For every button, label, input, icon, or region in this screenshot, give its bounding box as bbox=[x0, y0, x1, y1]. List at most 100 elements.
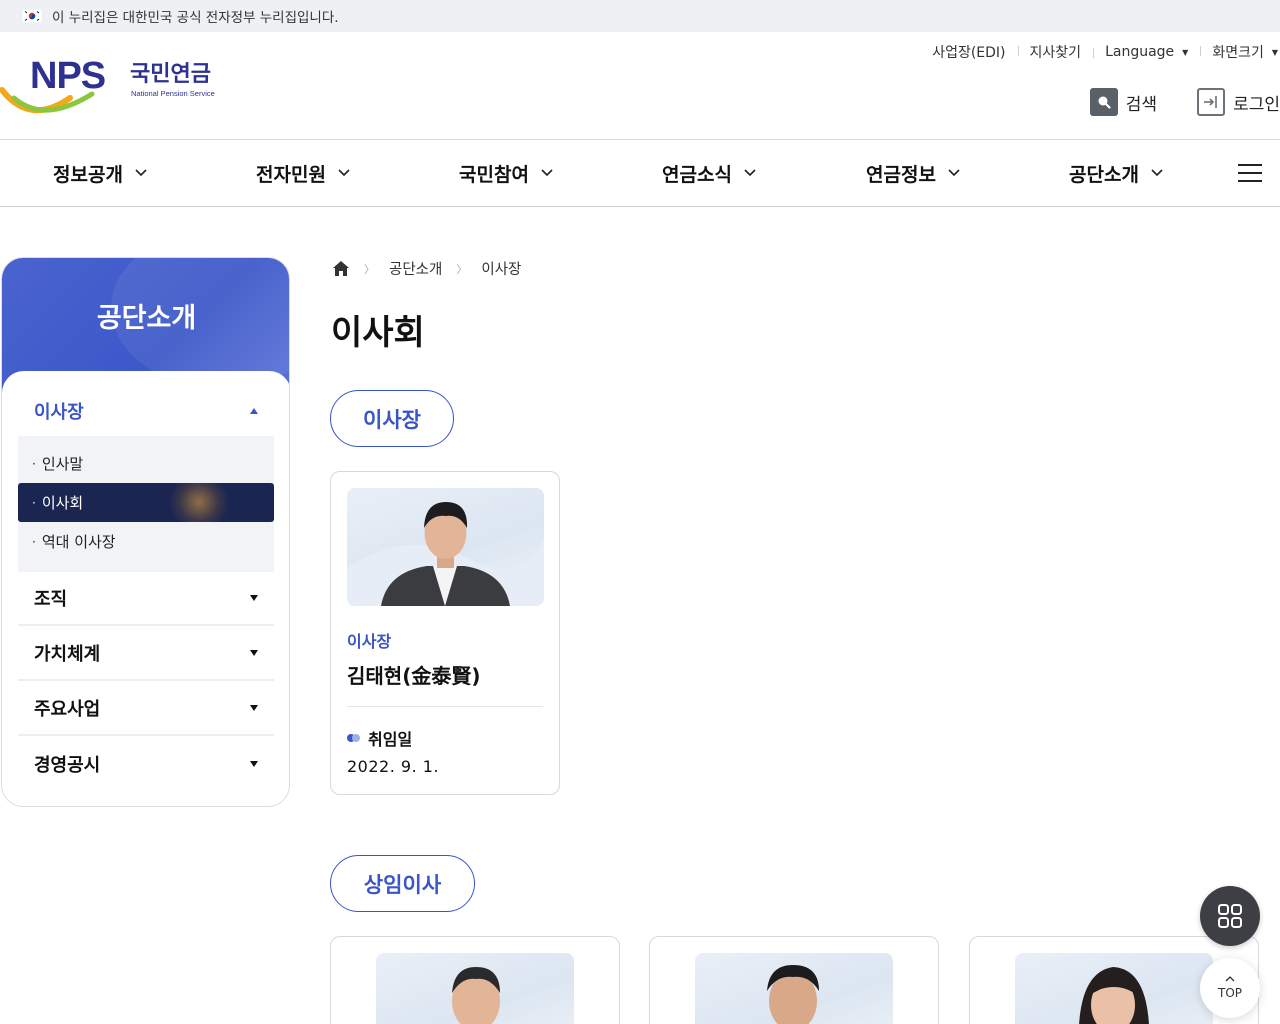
member-name: 김태현(金泰賢) bbox=[347, 664, 481, 688]
chevron-up-icon bbox=[1225, 976, 1235, 982]
member-photo bbox=[376, 953, 574, 1024]
page-title: 이사회 bbox=[331, 313, 425, 353]
edi-link-label: 사업장(EDI) bbox=[932, 45, 1006, 61]
side-nav-title: 공단소개 bbox=[96, 303, 197, 334]
home-icon[interactable] bbox=[332, 260, 350, 277]
language-dropdown[interactable]: Language ▼ bbox=[1093, 44, 1200, 60]
gnb-label: 연금소식 bbox=[662, 163, 732, 186]
nps-logo[interactable]: NPS 국민연금 National Pension Service bbox=[0, 54, 230, 116]
logo-english-name: National Pension Service bbox=[131, 89, 215, 98]
gnb-label: 정보공개 bbox=[53, 163, 123, 186]
side-nav-section-disclosure[interactable]: 경영공시 bbox=[18, 737, 274, 791]
korea-flag-icon bbox=[22, 9, 42, 23]
bullet-icon: · bbox=[32, 495, 36, 510]
submenu-label: 이사회 bbox=[41, 494, 84, 512]
gnb-label: 전자민원 bbox=[256, 163, 326, 186]
bullet-dots-icon bbox=[347, 734, 360, 742]
appointment-label-text: 취임일 bbox=[368, 730, 413, 749]
grid-icon bbox=[1218, 904, 1242, 928]
side-nav-section-label: 가치체계 bbox=[34, 644, 101, 665]
member-photo bbox=[1015, 953, 1213, 1024]
login-icon bbox=[1197, 88, 1226, 116]
main-navigation: 정보공개 전자민원 국민참여 연금소식 연금정보 공단소개 bbox=[0, 140, 1280, 207]
appointment-label: 취임일 bbox=[347, 726, 412, 750]
triangle-down-icon bbox=[250, 595, 258, 601]
login-label: 로그인 bbox=[1233, 94, 1280, 115]
triangle-down-icon bbox=[250, 650, 258, 656]
language-label: Language bbox=[1105, 44, 1175, 60]
side-nav-section-chairman[interactable]: 이사장 bbox=[18, 389, 274, 433]
triangle-down-icon bbox=[250, 705, 258, 711]
side-nav-section-values[interactable]: 가치체계 bbox=[18, 627, 274, 681]
breadcrumb: 〉 공단소개 〉 이사장 bbox=[332, 258, 521, 279]
member-role: 이사장 bbox=[347, 632, 392, 651]
search-icon bbox=[1089, 88, 1118, 116]
scroll-top-button[interactable]: TOP bbox=[1200, 958, 1260, 1018]
chevron-down-icon bbox=[541, 169, 553, 177]
quick-menu-button[interactable] bbox=[1200, 886, 1260, 946]
scroll-top-label: TOP bbox=[1217, 986, 1242, 1000]
triangle-down-icon bbox=[250, 761, 258, 767]
bullet-icon: · bbox=[32, 456, 36, 471]
gnb-item-participation[interactable]: 국민참여 bbox=[459, 140, 553, 206]
side-nav-section-label: 주요사업 bbox=[34, 699, 101, 720]
header-actions: 검색 로그인 bbox=[1050, 88, 1280, 116]
gnb-item-about[interactable]: 공단소개 bbox=[1069, 140, 1163, 206]
group-heading-chairman: 이사장 bbox=[330, 390, 454, 447]
group-heading-standing-directors: 상임이사 bbox=[330, 855, 475, 912]
side-navigation: 공단소개 이사장 · 인사말 · 이사회 · 역대 이사장 조직 가치체계 주요사업 bbox=[1, 257, 290, 807]
chevron-right-icon: 〉 bbox=[456, 262, 468, 276]
gnb-label: 연금정보 bbox=[866, 163, 936, 186]
chevron-down-icon bbox=[338, 169, 350, 177]
screen-size-label: 화면크기 bbox=[1212, 45, 1264, 61]
side-nav-body: 이사장 · 인사말 · 이사회 · 역대 이사장 조직 가치체계 주요사업 경영공시 bbox=[2, 371, 289, 806]
gnb-item-e-civil[interactable]: 전자민원 bbox=[256, 140, 350, 206]
side-nav-section-label: 경영공시 bbox=[34, 755, 101, 776]
site-header: NPS 국민연금 National Pension Service 사업장(ED… bbox=[0, 32, 1280, 140]
utility-links: 사업장(EDI) 지사찾기 Language ▼ 화면크기 ▼ bbox=[920, 42, 1280, 62]
chevron-down-icon bbox=[135, 169, 147, 177]
submenu-label: 인사말 bbox=[41, 455, 84, 473]
member-photo bbox=[347, 488, 544, 606]
login-button[interactable]: 로그인 bbox=[1197, 88, 1280, 116]
breadcrumb-item[interactable]: 이사장 bbox=[481, 258, 521, 279]
gnb-label: 공단소개 bbox=[1069, 163, 1139, 186]
breadcrumb-item[interactable]: 공단소개 bbox=[389, 258, 442, 279]
side-nav-section-label: 이사장 bbox=[34, 402, 84, 423]
side-nav-submenu: · 인사말 · 이사회 · 역대 이사장 bbox=[18, 436, 274, 572]
caret-down-icon: ▼ bbox=[1182, 47, 1189, 57]
member-card bbox=[330, 936, 620, 1024]
caret-down-icon: ▼ bbox=[1271, 47, 1278, 57]
gov-banner: 이 누리집은 대한민국 공식 전자정부 누리집입니다. bbox=[0, 0, 1280, 32]
branch-finder-link[interactable]: 지사찾기 bbox=[1017, 42, 1094, 62]
chevron-right-icon: 〉 bbox=[364, 262, 375, 276]
gnb-label: 국민참여 bbox=[459, 163, 529, 186]
chevron-down-icon bbox=[744, 169, 756, 177]
submenu-item-greeting[interactable]: · 인사말 bbox=[18, 444, 274, 483]
search-button[interactable]: 검색 bbox=[1089, 88, 1158, 116]
triangle-up-icon bbox=[250, 408, 258, 414]
side-nav-section-business[interactable]: 주요사업 bbox=[18, 682, 274, 736]
bullet-icon: · bbox=[32, 534, 36, 549]
submenu-item-former-chairmen[interactable]: · 역대 이사장 bbox=[18, 522, 274, 561]
hamburger-menu-icon[interactable] bbox=[1238, 164, 1262, 182]
member-card bbox=[649, 936, 939, 1024]
chevron-down-icon bbox=[948, 169, 960, 177]
logo-wordmark: NPS bbox=[30, 55, 105, 97]
card-divider bbox=[347, 706, 543, 707]
submenu-item-board[interactable]: · 이사회 bbox=[18, 483, 274, 522]
gnb-item-pension-news[interactable]: 연금소식 bbox=[662, 140, 756, 206]
side-nav-section-label: 조직 bbox=[34, 589, 68, 610]
screen-size-dropdown[interactable]: 화면크기 ▼ bbox=[1200, 42, 1280, 62]
gov-banner-text: 이 누리집은 대한민국 공식 전자정부 누리집입니다. bbox=[52, 10, 339, 26]
branch-finder-label: 지사찾기 bbox=[1029, 45, 1082, 61]
side-nav-section-organization[interactable]: 조직 bbox=[18, 572, 274, 626]
gnb-item-pension-info[interactable]: 연금정보 bbox=[866, 140, 960, 206]
chevron-down-icon bbox=[1151, 169, 1163, 177]
logo-korean-name: 국민연금 bbox=[130, 62, 211, 87]
member-card: 이사장 김태현(金泰賢) 취임일 2022. 9. 1. bbox=[330, 471, 560, 795]
search-label: 검색 bbox=[1125, 94, 1158, 115]
submenu-label: 역대 이사장 bbox=[41, 533, 116, 551]
gnb-item-info-disclosure[interactable]: 정보공개 bbox=[53, 140, 147, 206]
edi-link[interactable]: 사업장(EDI) bbox=[920, 42, 1017, 62]
